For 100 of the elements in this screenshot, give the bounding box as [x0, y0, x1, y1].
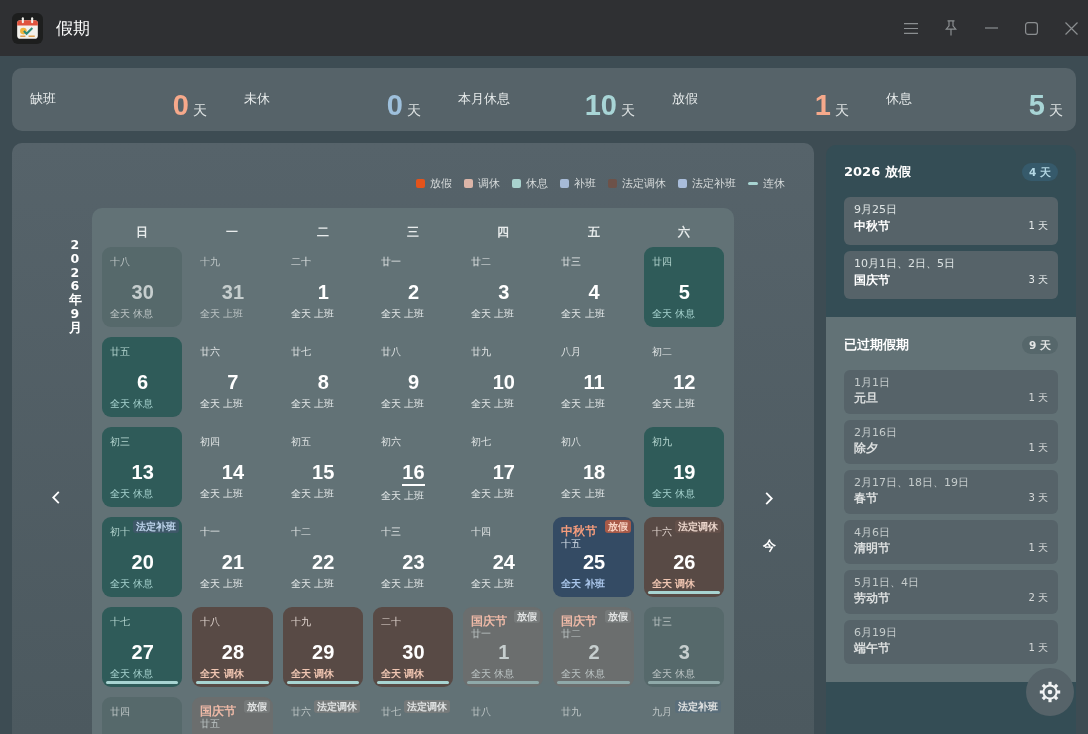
holiday-item[interactable]: 10月1日、2日、5日 国庆节 3 天	[844, 251, 1058, 299]
day-cell[interactable]: 廿八	[463, 697, 544, 734]
holiday-days: 3 天	[1028, 273, 1048, 287]
lunar-date: 十八	[110, 256, 130, 268]
count-badge: 4 天	[1022, 163, 1058, 181]
holiday-name: 除夕	[854, 440, 879, 456]
settings-button[interactable]	[1026, 668, 1074, 716]
stat-unit: 天	[621, 101, 635, 120]
holiday-days: 1 天	[1028, 641, 1048, 655]
day-number: 30	[131, 281, 154, 304]
day-cell[interactable]: 国庆节 放假 廿五	[192, 697, 273, 734]
legend-label: 连休	[763, 176, 785, 190]
chevron-left-icon	[52, 491, 60, 504]
holiday-item[interactable]: 2月17日、18日、19日 春节 3 天	[844, 470, 1058, 514]
day-cell[interactable]: 二十 1 全天 上班	[282, 247, 363, 327]
day-cell[interactable]: 十七 27 全天 休息	[102, 607, 183, 687]
lunar-date: 十七	[110, 616, 130, 628]
day-status: 全天 上班	[290, 398, 334, 410]
day-number: 4	[588, 281, 600, 304]
day-cell[interactable]: 廿一 2 全天 上班	[372, 247, 454, 327]
lunar-date: 廿一	[380, 256, 401, 268]
lunar-date: 初五	[290, 436, 311, 448]
day-cell[interactable]: 中秋节 放假 十五 25 全天 补班	[553, 517, 634, 597]
day-status: 全天 上班	[290, 488, 334, 500]
holiday-item[interactable]: 4月6日 清明节 1 天	[844, 520, 1058, 564]
lunar-date: 十四	[471, 526, 492, 538]
day-number: 27	[131, 641, 154, 664]
lunar-date: 二十	[380, 616, 401, 628]
day-status: 全天 休息	[561, 668, 605, 680]
lunar-date: 初三	[110, 436, 130, 448]
day-status: 全天 休息	[651, 668, 695, 680]
settings-icon	[1039, 681, 1061, 703]
day-cell[interactable]: 初六 16 全天 上班	[372, 427, 454, 507]
day-cell[interactable]: 八月 11 全天 上班	[553, 337, 634, 417]
lunar-date: 廿四	[110, 706, 130, 718]
day-cell[interactable]: 初三 13 全天 休息	[102, 427, 183, 507]
day-cell[interactable]: 十六 法定调休 26 全天 调休	[643, 517, 724, 597]
lunar-date: 廿四	[651, 256, 672, 268]
day-cell[interactable]: 十二 22 全天 上班	[282, 517, 363, 597]
day-cell[interactable]: 廿七 法定调休	[372, 697, 454, 734]
day-cell[interactable]: 廿八 9 全天 上班	[372, 337, 454, 417]
day-status: 全天 休息	[651, 488, 695, 500]
pin-icon	[945, 20, 957, 36]
day-cell[interactable]: 初七 17 全天 上班	[463, 427, 544, 507]
day-cell[interactable]: 二十 30 全天 调休	[372, 607, 454, 687]
lunar-date: 廿九	[561, 706, 582, 718]
day-cell[interactable]: 初四 14 全天 上班	[192, 427, 273, 507]
day-status: 全天 上班	[380, 308, 425, 320]
day-cell[interactable]: 十八 28 全天 调休	[192, 607, 273, 687]
day-cell[interactable]: 十一 21 全天 上班	[192, 517, 273, 597]
day-cell[interactable]: 初五 15 全天 上班	[282, 427, 363, 507]
day-cell[interactable]: 廿六 法定调休	[282, 697, 363, 734]
holiday-name: 中秋节	[854, 218, 891, 235]
holiday-item[interactable]: 5月1日、4日 劳动节 2 天	[844, 570, 1058, 614]
day-cell[interactable]: 十三 23 全天 上班	[372, 517, 454, 597]
day-cell[interactable]: 廿七 8 全天 上班	[282, 337, 363, 417]
day-cell[interactable]: 十九 31 全天 上班	[192, 247, 273, 327]
day-cell[interactable]: 十八 30 全天 休息	[102, 247, 183, 327]
day-cell[interactable]: 十四 24 全天 上班	[463, 517, 544, 597]
holiday-item[interactable]: 2月16日 除夕 1 天	[844, 420, 1058, 464]
lunar-date: 八月	[561, 346, 582, 358]
day-status: 全天 休息	[110, 398, 154, 410]
day-number: 2	[588, 641, 600, 664]
lunar-date: 廿三	[561, 256, 582, 268]
day-cell[interactable]: 初十 法定补班 20 全天 休息	[102, 517, 183, 597]
day-cell[interactable]: 廿二 3 全天 上班	[463, 247, 544, 327]
holiday-item[interactable]: 6月19日 端午节 1 天	[844, 620, 1058, 664]
day-cell[interactable]: 廿四 5 全天 休息	[643, 247, 724, 327]
day-status: 全天 补班	[561, 578, 605, 590]
day-cell[interactable]: 廿四	[102, 697, 183, 734]
day-tag: 放假	[604, 610, 631, 623]
day-cell[interactable]: 十九 29 全天 调休	[282, 607, 363, 687]
day-cell[interactable]: 初九 19 全天 休息	[643, 427, 724, 507]
holiday-name: 中秋节	[561, 524, 598, 538]
lunar-date: 廿三	[651, 616, 672, 628]
holiday-dates: 9月25日	[854, 203, 898, 217]
day-number: 9	[407, 371, 420, 394]
day-cell[interactable]: 廿九	[553, 697, 634, 734]
day-status: 全天 调休	[200, 668, 244, 680]
holiday-name: 国庆节	[854, 272, 891, 289]
day-number: 11	[583, 371, 605, 394]
day-cell[interactable]: 九月 法定补班	[643, 697, 724, 734]
lunar-date: 初六	[380, 436, 401, 448]
lunar-date: 廿五	[110, 346, 130, 358]
legend-label: 法定调休	[622, 176, 666, 190]
holiday-item[interactable]: 1月1日 元旦 1 天	[844, 370, 1058, 414]
today-button[interactable]: 今	[757, 533, 781, 558]
day-cell[interactable]: 廿三 4 全天 上班	[553, 247, 634, 327]
day-cell[interactable]: 廿三 3 全天 休息	[643, 607, 724, 687]
day-cell[interactable]: 初八 18 全天 上班	[553, 427, 634, 507]
day-cell[interactable]: 廿六 7 全天 上班	[192, 337, 273, 417]
holiday-dates: 5月1日、4日	[854, 576, 920, 590]
stat-unit: 天	[407, 101, 421, 120]
holiday-item[interactable]: 9月25日 中秋节 1 天	[844, 197, 1058, 245]
holiday-name: 端午节	[854, 640, 891, 656]
day-cell[interactable]: 廿五 6 全天 休息	[102, 337, 183, 417]
day-status: 全天 上班	[200, 578, 244, 590]
day-cell[interactable]: 初二 12 全天 上班	[643, 337, 724, 417]
day-cell[interactable]: 廿九 10 全天 上班	[463, 337, 544, 417]
holiday-name: 春节	[854, 490, 879, 506]
